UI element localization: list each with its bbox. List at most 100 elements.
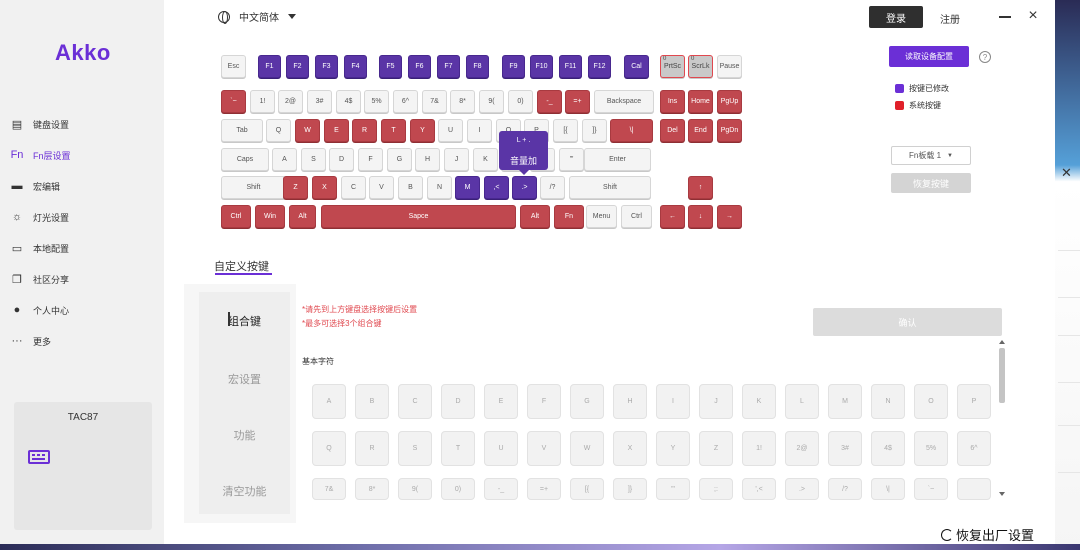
key-[interactable]: .> — [512, 176, 537, 199]
key-fn[interactable]: Fn — [554, 205, 584, 228]
char-key[interactable] — [957, 478, 991, 500]
key-home[interactable]: Home — [688, 90, 713, 113]
char-key[interactable]: ;: — [699, 478, 733, 500]
char-key[interactable]: Q — [312, 431, 346, 466]
char-key[interactable]: [{ — [570, 478, 604, 500]
key-sapce[interactable]: Sapce — [321, 205, 516, 228]
language-selector[interactable]: 中文简体 — [218, 9, 296, 24]
subnav-combo-key[interactable]: 组合键 — [199, 312, 290, 329]
key-alt[interactable]: Alt — [289, 205, 316, 228]
char-key[interactable]: T — [441, 431, 475, 466]
char-key[interactable]: I — [656, 384, 690, 419]
key-t[interactable]: T — [381, 119, 406, 142]
char-key[interactable]: .> — [785, 478, 819, 500]
key-f10[interactable]: F10 — [530, 55, 553, 78]
key-[interactable]: =+ — [565, 90, 590, 113]
subnav-macro[interactable]: 宏设置 — [199, 371, 290, 387]
sidebar-item-macro[interactable]: ▬ 宏编辑 — [10, 175, 61, 197]
char-key[interactable]: Y — [656, 431, 690, 466]
char-key[interactable]: M — [828, 384, 862, 419]
key-ins[interactable]: Ins — [660, 90, 685, 113]
key-menu[interactable]: Menu — [586, 205, 617, 228]
char-key[interactable]: 9( — [398, 478, 432, 500]
char-key[interactable]: `~ — [914, 478, 948, 500]
char-key[interactable]: K — [742, 384, 776, 419]
key-v[interactable]: V — [369, 176, 394, 199]
key-x[interactable]: X — [312, 176, 337, 199]
char-key[interactable]: S — [398, 431, 432, 466]
key-e[interactable]: E — [324, 119, 349, 142]
char-key[interactable]: 0) — [441, 478, 475, 500]
char-key[interactable]: -_ — [484, 478, 518, 500]
key-f1[interactable]: F1 — [258, 55, 281, 78]
char-key[interactable]: 8* — [355, 478, 389, 500]
key-f6[interactable]: F6 — [408, 55, 431, 78]
register-button[interactable]: 注册 — [940, 11, 960, 26]
minimize-icon[interactable] — [999, 16, 1011, 18]
key-pgdn[interactable]: PgDn — [717, 119, 742, 142]
key-3[interactable]: 3# — [307, 90, 332, 113]
device-card[interactable]: TAC87 — [14, 402, 152, 530]
sidebar-item-keyboard-settings[interactable]: ▤ 键盘设置 — [10, 113, 69, 135]
subnav-clear-function[interactable]: 清空功能 — [199, 483, 290, 499]
key-[interactable]: ↑ — [688, 176, 713, 199]
char-key[interactable]: \| — [871, 478, 905, 500]
key-enter[interactable]: Enter — [584, 148, 651, 171]
key-f11[interactable]: F11 — [559, 55, 582, 78]
key-2[interactable]: 2@ — [278, 90, 303, 113]
key-4[interactable]: 4$ — [336, 90, 361, 113]
key-q[interactable]: Q — [266, 119, 291, 142]
key-[interactable]: -_ — [537, 90, 562, 113]
key-[interactable]: \| — [610, 119, 653, 142]
key-alt[interactable]: Alt — [520, 205, 550, 228]
key-a[interactable]: A — [272, 148, 297, 171]
key-r[interactable]: R — [352, 119, 377, 142]
scroll-up-icon[interactable] — [999, 340, 1005, 344]
char-key[interactable]: 5% — [914, 431, 948, 466]
key-5[interactable]: 5% — [364, 90, 389, 113]
restore-key-button[interactable]: 恢复按键 — [891, 173, 971, 193]
char-key[interactable]: V — [527, 431, 561, 466]
key-z[interactable]: Z — [283, 176, 308, 199]
key-[interactable]: ,< — [484, 176, 509, 199]
key-end[interactable]: End — [688, 119, 713, 142]
help-icon[interactable]: ? — [979, 51, 991, 63]
char-key[interactable]: R — [355, 431, 389, 466]
key-[interactable]: `~ — [221, 90, 246, 113]
char-key[interactable]: ]} — [613, 478, 647, 500]
key-backspace[interactable]: Backspace — [594, 90, 654, 113]
key-g[interactable]: G — [387, 148, 412, 171]
char-key[interactable]: L — [785, 384, 819, 419]
char-key[interactable]: E — [484, 384, 518, 419]
key-win[interactable]: Win — [255, 205, 285, 228]
key-del[interactable]: Del — [660, 119, 685, 142]
confirm-button[interactable]: 确认 — [813, 308, 1002, 336]
key-[interactable]: '" — [559, 148, 584, 171]
char-key[interactable]: G — [570, 384, 604, 419]
key-h[interactable]: H — [415, 148, 440, 171]
char-key[interactable]: 1! — [742, 431, 776, 466]
key-ctrl[interactable]: Ctrl — [221, 205, 251, 228]
key-f9[interactable]: F9 — [502, 55, 525, 78]
fn-layer-select[interactable]: Fn板载 1 ▼ — [891, 146, 971, 165]
key-shift[interactable]: Shift — [569, 176, 651, 199]
key-f12[interactable]: F12 — [588, 55, 611, 78]
scrollbar[interactable] — [998, 340, 1006, 499]
char-key[interactable]: 3# — [828, 431, 862, 466]
char-key[interactable]: C — [398, 384, 432, 419]
key-pause[interactable]: Pause — [717, 55, 742, 78]
key-f2[interactable]: F2 — [286, 55, 309, 78]
char-key[interactable]: B — [355, 384, 389, 419]
key-b[interactable]: B — [398, 176, 423, 199]
key-shift[interactable]: Shift — [221, 176, 286, 199]
key-esc[interactable]: Esc — [221, 55, 246, 78]
key-y[interactable]: Y — [410, 119, 435, 142]
char-key[interactable]: 6^ — [957, 431, 991, 466]
key-[interactable]: ↓ — [688, 205, 713, 228]
key-caps[interactable]: Caps — [221, 148, 269, 171]
sidebar-item-more[interactable]: ··· 更多 — [10, 330, 52, 352]
key-pgup[interactable]: PgUp — [717, 90, 742, 113]
key-f7[interactable]: F7 — [437, 55, 460, 78]
char-key[interactable]: 2@ — [785, 431, 819, 466]
char-key[interactable]: D — [441, 384, 475, 419]
